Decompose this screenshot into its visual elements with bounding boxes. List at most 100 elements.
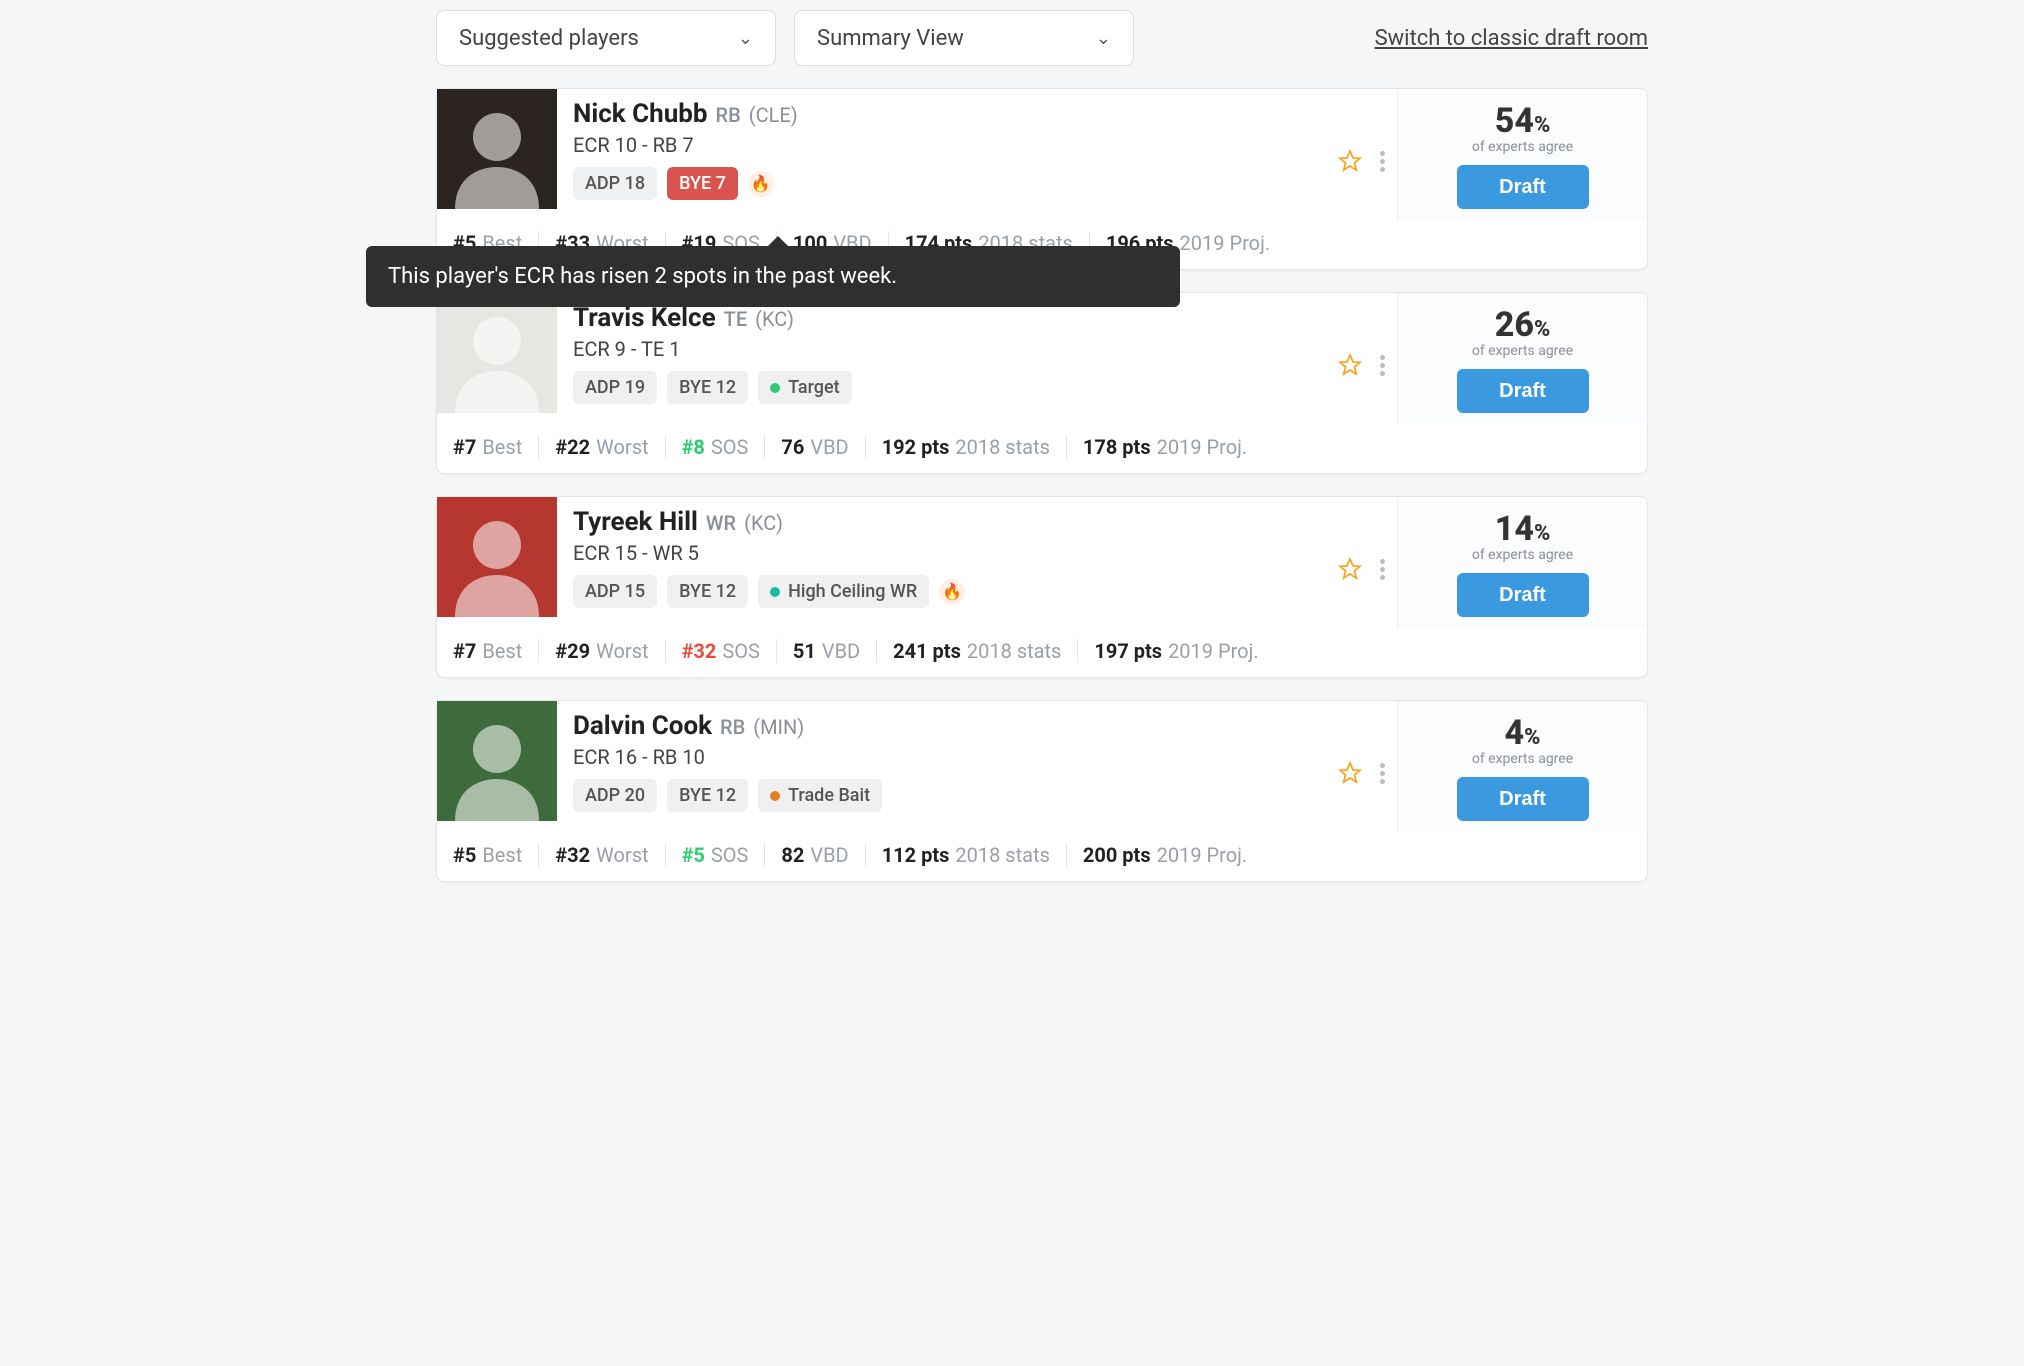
player-position: RB — [716, 103, 741, 127]
experts-agree-label: of experts agree — [1472, 751, 1573, 767]
player-card: Dalvin CookRB(MIN)ECR 16 - RB 10ADP 20BY… — [436, 700, 1648, 882]
stat-label: VBD — [810, 435, 848, 459]
stat-item: #29Worst — [539, 639, 665, 663]
more-menu-icon[interactable] — [1376, 555, 1389, 584]
stat-value: 192 pts — [882, 435, 950, 459]
player-name[interactable]: Dalvin Cook — [573, 711, 712, 741]
stat-value: #29 — [555, 639, 590, 663]
tag-dot-icon — [770, 383, 780, 393]
fire-icon[interactable]: 🔥 — [748, 171, 774, 197]
stat-value: 51 — [793, 639, 816, 663]
adp-tag: ADP 19 — [573, 371, 657, 404]
draft-button[interactable]: Draft — [1457, 165, 1589, 209]
player-info: Travis KelceTE(KC)ECR 9 - TE 1ADP 19BYE … — [557, 293, 1338, 425]
player-info: Nick ChubbRB(CLE)ECR 10 - RB 7ADP 18BYE … — [557, 89, 1338, 221]
player-name[interactable]: Travis Kelce — [573, 303, 716, 333]
star-icon[interactable] — [1338, 557, 1362, 581]
draft-button[interactable]: Draft — [1457, 573, 1589, 617]
stat-value: 112 pts — [882, 843, 950, 867]
player-team: (CLE) — [749, 103, 798, 127]
name-line: Dalvin CookRB(MIN) — [573, 711, 1322, 741]
stat-item: #22Worst — [539, 435, 665, 459]
player-photo — [437, 701, 557, 821]
percent-value: 14 — [1495, 509, 1534, 549]
stat-label: SOS — [711, 843, 749, 867]
player-name[interactable]: Nick Chubb — [573, 99, 708, 129]
bye-tag: BYE 12 — [667, 371, 748, 404]
stat-label: 2019 Proj. — [1157, 843, 1248, 867]
extra-tag: High Ceiling WR — [758, 575, 929, 608]
player-ecr: ECR 9 - TE 1 — [573, 337, 1322, 361]
expert-percent: 54% — [1495, 101, 1551, 141]
players-select[interactable]: Suggested players⌄ — [436, 10, 776, 66]
draft-button[interactable]: Draft — [1457, 369, 1589, 413]
stat-item: 76VBD — [765, 435, 865, 459]
stat-label: 2019 Proj. — [1180, 231, 1271, 255]
switch-classic-link[interactable]: Switch to classic draft room — [1375, 26, 1648, 51]
card-top: Dalvin CookRB(MIN)ECR 16 - RB 10ADP 20BY… — [437, 701, 1647, 833]
filter-selects: Suggested players⌄Summary View⌄ — [436, 10, 1134, 66]
extra-tag-label: High Ceiling WR — [788, 581, 917, 602]
fire-icon[interactable]: 🔥 — [939, 579, 965, 605]
player-photo — [437, 89, 557, 209]
extra-tag: Target — [758, 371, 852, 404]
stat-value: #5 — [453, 843, 476, 867]
extra-tag-label: Target — [788, 377, 840, 398]
percent-sign: % — [1534, 317, 1550, 342]
stat-label: 2019 Proj. — [1168, 639, 1259, 663]
adp-tag: ADP 15 — [573, 575, 657, 608]
star-icon[interactable] — [1338, 353, 1362, 377]
star-icon[interactable] — [1338, 149, 1362, 173]
card-top: Travis KelceTE(KC)ECR 9 - TE 1ADP 19BYE … — [437, 293, 1647, 425]
stat-item: 197 pts2019 Proj. — [1078, 639, 1274, 663]
draft-panel: 54%of experts agreeDraft — [1397, 89, 1647, 221]
view-select[interactable]: Summary View⌄ — [794, 10, 1134, 66]
stat-row: #7Best#22Worst#8SOS76VBD192 pts2018 stat… — [437, 425, 1647, 473]
stat-label: Worst — [596, 435, 649, 459]
percent-value: 4 — [1505, 713, 1525, 753]
stat-item: #32SOS — [666, 639, 777, 663]
draft-panel: 14%of experts agreeDraft — [1397, 497, 1647, 629]
tag-dot-icon — [770, 791, 780, 801]
stat-value: #7 — [453, 435, 476, 459]
stat-label: 2018 stats — [955, 435, 1050, 459]
card-top: Nick ChubbRB(CLE)ECR 10 - RB 7ADP 18BYE … — [437, 89, 1647, 221]
stat-item: 51VBD — [777, 639, 877, 663]
stat-item: #5SOS — [666, 843, 766, 867]
more-menu-icon[interactable] — [1376, 759, 1389, 788]
player-name[interactable]: Tyreek Hill — [573, 507, 698, 537]
stat-item: 200 pts2019 Proj. — [1067, 843, 1263, 867]
player-position: RB — [720, 715, 745, 739]
stat-item: #7Best — [453, 639, 539, 663]
stat-item: 178 pts2019 Proj. — [1067, 435, 1263, 459]
experts-agree-label: of experts agree — [1472, 547, 1573, 563]
more-menu-icon[interactable] — [1376, 351, 1389, 380]
percent-sign: % — [1524, 725, 1540, 750]
extra-tag: Trade Bait — [758, 779, 882, 812]
name-line: Nick Chubb RB (CLE) — [573, 99, 1322, 129]
percent-sign: % — [1534, 113, 1550, 138]
tag-dot-icon — [770, 587, 780, 597]
view-select-label: Summary View — [817, 26, 964, 51]
chevron-down-icon: ⌄ — [738, 28, 753, 49]
stat-value: #8 — [682, 435, 705, 459]
stat-label: Worst — [596, 843, 649, 867]
draft-button[interactable]: Draft — [1457, 777, 1589, 821]
star-icon[interactable] — [1338, 761, 1362, 785]
player-ecr: ECR 16 - RB 10 — [573, 745, 1322, 769]
name-line: Tyreek HillWR(KC) — [573, 507, 1322, 537]
draft-panel: 4%of experts agree Draft — [1397, 701, 1647, 833]
extra-tag-label: Trade Bait — [788, 785, 870, 806]
stat-row: #7Best#29Worst#32SOS51VBD241 pts2018 sta… — [437, 629, 1647, 677]
expert-percent: 26% — [1495, 305, 1551, 345]
stat-label: SOS — [722, 639, 760, 663]
player-tags: ADP 18BYE 7🔥 — [573, 167, 1322, 200]
stat-label: 2018 stats — [955, 843, 1050, 867]
stat-value: 241 pts — [893, 639, 961, 663]
more-menu-icon[interactable] — [1376, 147, 1389, 176]
stat-value: 82 — [781, 843, 804, 867]
draft-panel: 26%of experts agreeDraft — [1397, 293, 1647, 425]
expert-percent: 4% — [1505, 713, 1541, 753]
player-info: Dalvin CookRB(MIN)ECR 16 - RB 10ADP 20BY… — [557, 701, 1338, 833]
player-photo — [437, 293, 557, 413]
